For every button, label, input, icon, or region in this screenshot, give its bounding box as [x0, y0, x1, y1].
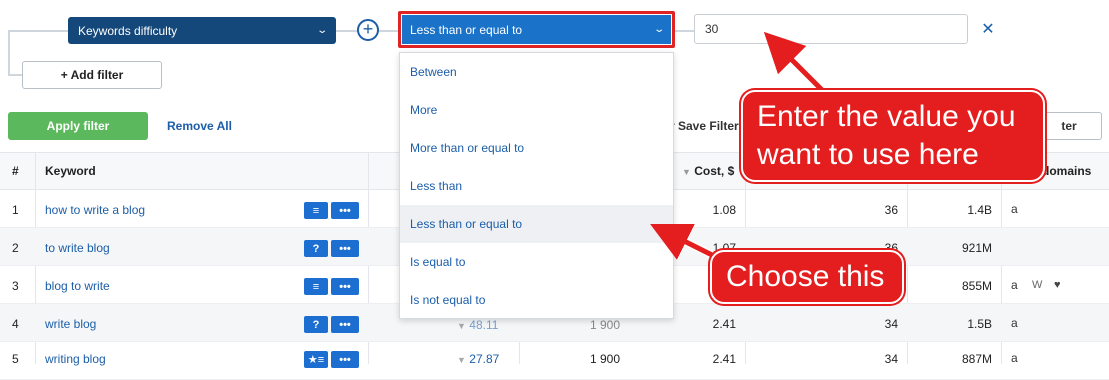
callout-enter-value: Enter the value you want to use here: [741, 90, 1045, 182]
arrow-to-option: [650, 224, 716, 260]
annotation-arrows: [650, 31, 831, 260]
callout-text: want to use here: [757, 138, 979, 171]
callout-choose-this: Choose this: [710, 250, 904, 304]
arrow-to-value-input: [763, 31, 830, 98]
callout-text: Choose this: [726, 260, 885, 293]
callout-text: Enter the value you: [757, 100, 1016, 133]
